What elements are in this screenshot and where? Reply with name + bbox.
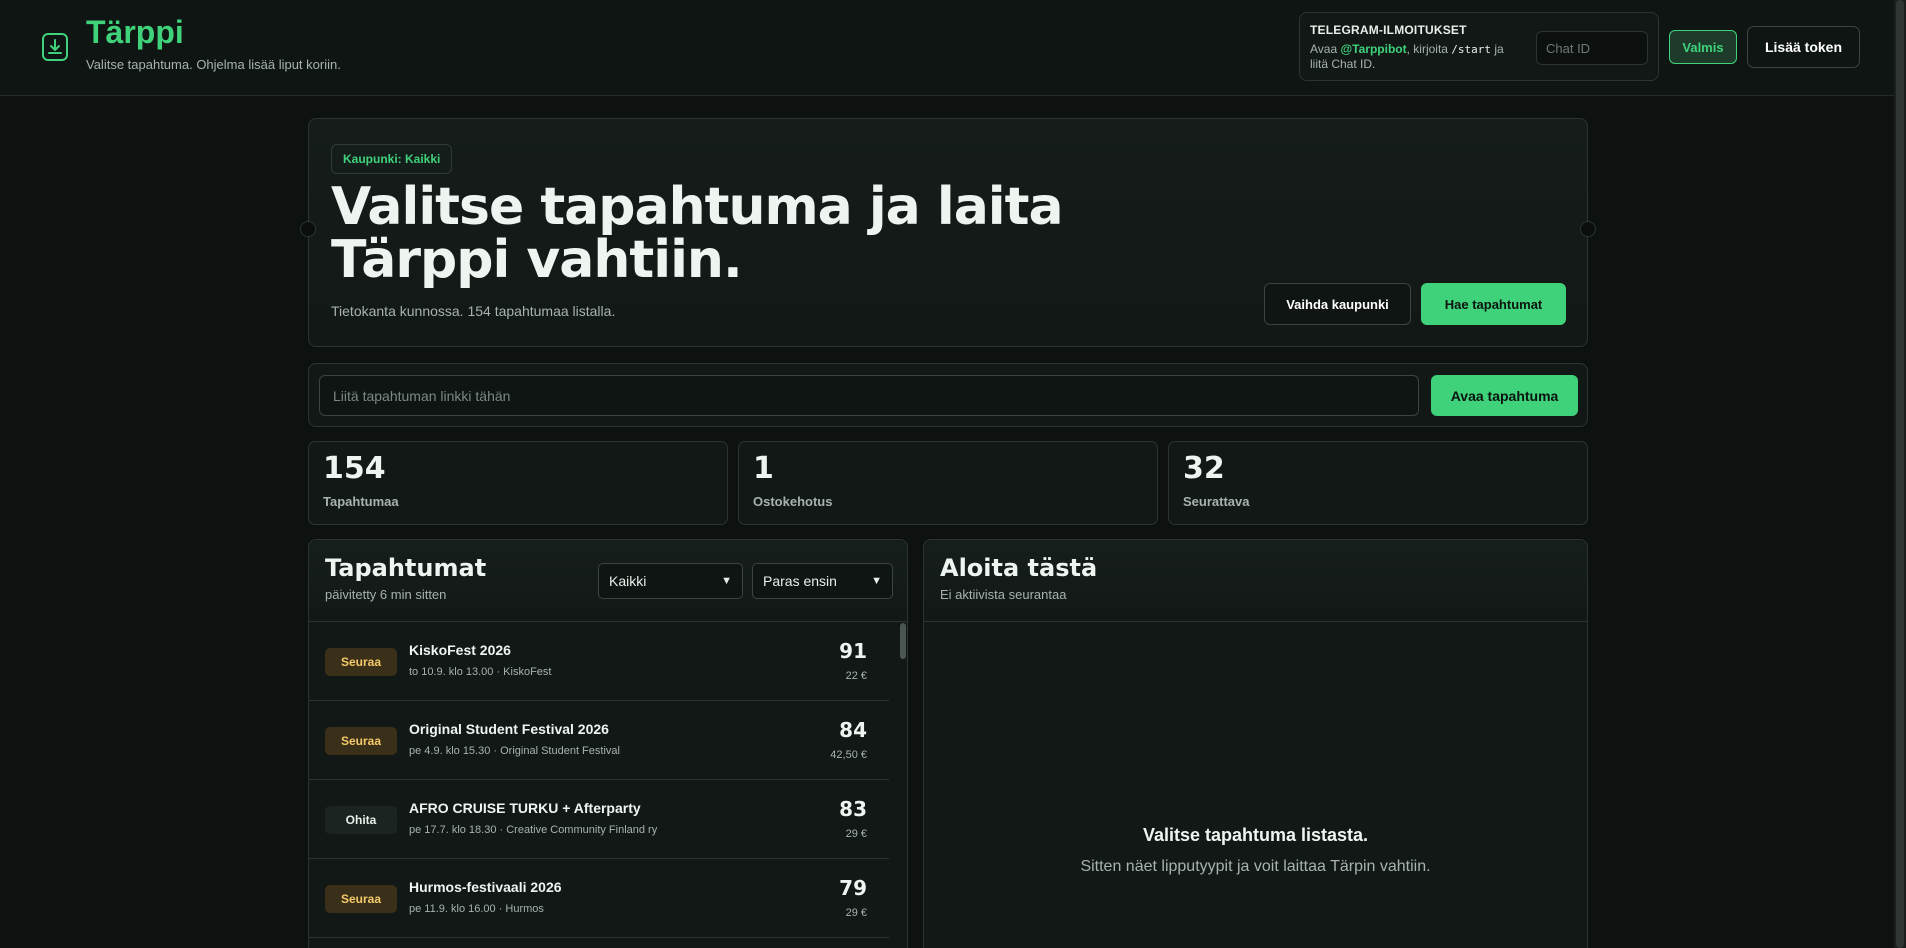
events-panel: Tapahtumat päivitetty 6 min sitten Kaikk… <box>308 539 908 948</box>
event-name: AFRO CRUISE TURKU + Afterparty <box>409 800 641 816</box>
brand-subtitle: Valitse tapahtuma. Ohjelma lisää liput k… <box>86 57 341 72</box>
event-score: 83 <box>839 797 867 821</box>
event-action-badge[interactable]: Ohita <box>325 806 397 834</box>
event-price: 29 € <box>845 907 867 919</box>
top-bar: Tärppi Valitse tapahtuma. Ohjelma lisää … <box>0 0 1906 96</box>
filter-select[interactable]: Kaikki ▼ <box>598 563 743 599</box>
page-scrollbar-thumb[interactable] <box>1896 0 1904 948</box>
decorative-dot <box>1580 221 1596 237</box>
stat-label: Tapahtumaa <box>323 494 399 509</box>
fetch-events-button[interactable]: Hae tapahtumat <box>1421 283 1566 325</box>
event-row[interactable]: Seuraa Original Student Festival 2026 pe… <box>309 701 889 780</box>
change-city-button[interactable]: Vaihda kaupunki <box>1264 283 1411 325</box>
event-name: Original Student Festival 2026 <box>409 721 609 737</box>
city-badge[interactable]: Kaupunki: Kaikki <box>331 144 453 174</box>
add-token-button[interactable]: Lisää token <box>1747 26 1860 68</box>
open-event-button[interactable]: Avaa tapahtuma <box>1431 375 1578 416</box>
event-price: 42,50 € <box>830 749 867 761</box>
event-name: KiskoFest 2026 <box>409 642 511 658</box>
brand-title: Tärppi <box>86 14 184 50</box>
stat-value: 32 <box>1183 451 1225 486</box>
event-link-input[interactable] <box>319 375 1419 416</box>
hero-subtitle: Tietokanta kunnossa. 154 tapahtumaa list… <box>331 303 616 319</box>
chevron-down-icon: ▼ <box>871 575 882 587</box>
start-command: /start <box>1451 43 1492 56</box>
event-score: 91 <box>839 639 867 663</box>
start-panel-header: Aloita tästä Ei aktiivista seurantaa <box>924 540 1587 622</box>
sort-select[interactable]: Paras ensin ▼ <box>752 563 893 599</box>
telegram-box: TELEGRAM-ILMOITUKSET Avaa @Tarppibot, ki… <box>1299 12 1659 81</box>
event-price: 29 € <box>845 828 867 840</box>
start-title: Aloita tästä <box>940 554 1098 582</box>
hero-title: Valitse tapahtuma ja laita Tärppi vahtii… <box>331 177 1064 290</box>
telegram-title: TELEGRAM-ILMOITUKSET <box>1310 23 1467 37</box>
page-scrollbar[interactable] <box>1894 0 1906 948</box>
events-title: Tapahtumat <box>325 554 487 582</box>
event-meta: pe 17.7. klo 18.30 · Creative Community … <box>409 824 658 836</box>
events-updated: päivitetty 6 min sitten <box>325 587 447 602</box>
event-meta: to 10.9. klo 13.00 · KiskoFest <box>409 666 552 678</box>
valmis-button[interactable]: Valmis <box>1669 30 1737 64</box>
stat-value: 1 <box>753 451 774 486</box>
stat-card-purchase-prompts: 1 Ostokehotus <box>738 441 1158 525</box>
link-bar: Avaa tapahtuma <box>308 363 1588 427</box>
stat-card-events: 154 Tapahtumaa <box>308 441 728 525</box>
event-list: Seuraa KiskoFest 2026 to 10.9. klo 13.00… <box>309 622 889 938</box>
decorative-dot <box>300 221 316 237</box>
event-action-badge[interactable]: Seuraa <box>325 727 397 755</box>
stat-card-watched: 32 Seurattava <box>1168 441 1588 525</box>
event-meta: pe 4.9. klo 15.30 · Original Student Fes… <box>409 745 620 757</box>
event-score: 79 <box>839 876 867 900</box>
event-name: Hurmos-festivaali 2026 <box>409 879 562 895</box>
ticket-download-icon <box>42 33 68 61</box>
event-action-badge[interactable]: Seuraa <box>325 885 397 913</box>
scrollbar-thumb[interactable] <box>900 623 906 659</box>
chat-id-input[interactable] <box>1536 31 1648 65</box>
start-panel: Aloita tästä Ei aktiivista seurantaa Val… <box>923 539 1588 948</box>
event-row[interactable]: Ohita AFRO CRUISE TURKU + Afterparty pe … <box>309 780 889 859</box>
start-subtitle: Ei aktiivista seurantaa <box>940 587 1067 602</box>
stat-label: Seurattava <box>1183 494 1250 509</box>
event-list-scrollbar[interactable] <box>899 622 907 948</box>
filter-select-value: Kaikki <box>609 573 647 589</box>
hero-card: Kaupunki: Kaikki Valitse tapahtuma ja la… <box>300 118 1596 347</box>
empty-state-subtitle: Sitten näet lipputyypit ja voit laittaa … <box>1080 858 1431 875</box>
event-row[interactable]: Seuraa Hurmos-festivaali 2026 pe 11.9. k… <box>309 859 889 938</box>
telegram-bot-link[interactable]: @Tarppibot <box>1340 42 1406 56</box>
event-meta: pe 11.9. klo 16.00 · Hurmos <box>409 903 544 915</box>
chevron-down-icon: ▼ <box>721 575 732 587</box>
events-panel-header: Tapahtumat päivitetty 6 min sitten Kaikk… <box>309 540 907 622</box>
event-price: 22 € <box>845 670 867 682</box>
empty-state-title: Valitse tapahtuma listasta. <box>1142 825 1369 845</box>
sort-select-value: Paras ensin <box>763 573 837 589</box>
event-action-badge[interactable]: Seuraa <box>325 648 397 676</box>
telegram-instructions: Avaa @Tarppibot, kirjoita /start ja liit… <box>1310 42 1504 71</box>
event-score: 84 <box>839 718 867 742</box>
event-row[interactable]: Seuraa KiskoFest 2026 to 10.9. klo 13.00… <box>309 622 889 701</box>
stat-label: Ostokehotus <box>753 494 833 509</box>
stat-value: 154 <box>323 451 386 486</box>
